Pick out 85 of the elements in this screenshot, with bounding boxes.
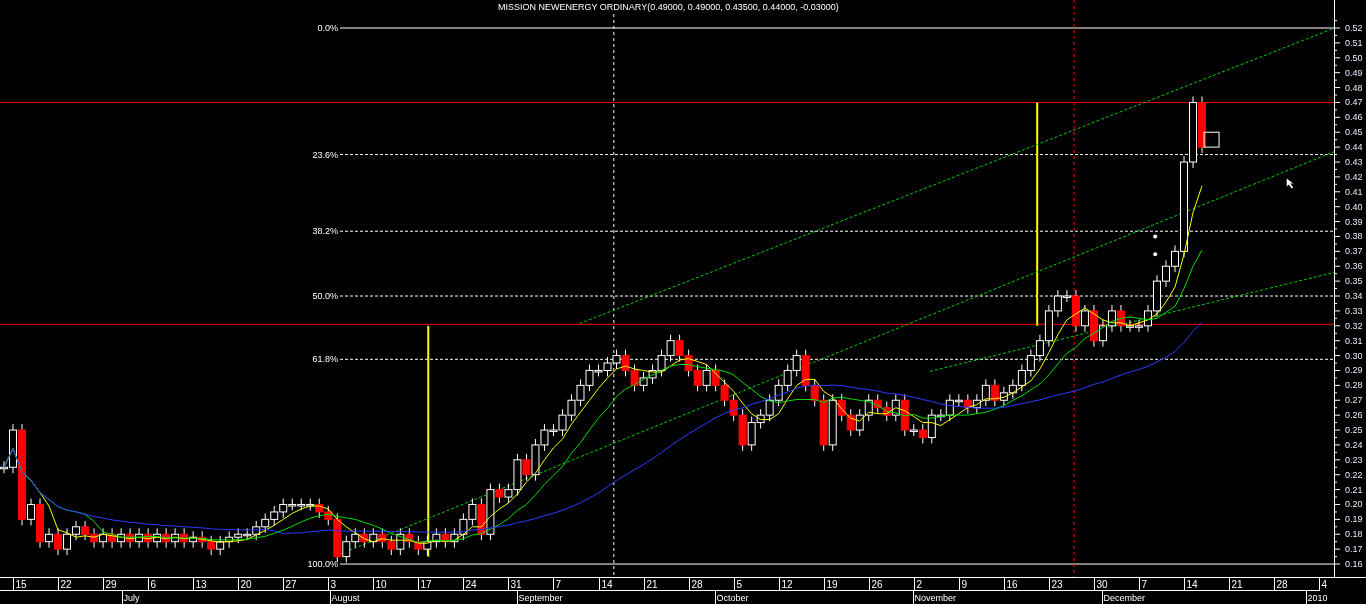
date-label: 6 bbox=[150, 579, 157, 590]
price-axis-label: 0.36 bbox=[1345, 261, 1363, 272]
price-axis-label: 0.39 bbox=[1345, 216, 1363, 227]
date-label: 26 bbox=[871, 579, 883, 590]
price-axis-label: 0.48 bbox=[1345, 82, 1363, 93]
price-axis-label: 0.47 bbox=[1345, 97, 1363, 108]
price-axis-label: 0.25 bbox=[1345, 425, 1363, 436]
price-axis-label: 0.26 bbox=[1345, 410, 1363, 421]
date-label: 22 bbox=[60, 579, 72, 590]
date-label: 30 bbox=[1096, 579, 1108, 590]
price-axis-label: 0.43 bbox=[1345, 157, 1363, 167]
date-label: 21 bbox=[1231, 579, 1243, 590]
fib-level-label: 50.0% bbox=[312, 291, 338, 301]
date-label: 5 bbox=[736, 579, 743, 590]
date-label: 27 bbox=[285, 579, 297, 590]
price-axis-label: 0.19 bbox=[1345, 514, 1363, 525]
price-axis-label: 0.29 bbox=[1345, 365, 1363, 376]
price-axis-label: 0.18 bbox=[1345, 529, 1363, 540]
date-label: 9 bbox=[961, 579, 968, 590]
marker-dot bbox=[1153, 252, 1158, 257]
price-axis-label: 0.38 bbox=[1345, 231, 1363, 242]
month-label: September bbox=[518, 593, 563, 603]
month-label: 2010 bbox=[1307, 593, 1328, 603]
price-axis-label: 0.35 bbox=[1345, 276, 1363, 287]
date-label: 29 bbox=[105, 579, 117, 590]
price-axis-label: 0.37 bbox=[1345, 246, 1363, 257]
price-axis-label: 0.30 bbox=[1345, 350, 1363, 361]
date-label: 4 bbox=[1321, 579, 1328, 590]
date-label: 28 bbox=[691, 579, 703, 590]
date-label: 21 bbox=[646, 579, 658, 590]
date-label: 13 bbox=[195, 579, 207, 590]
price-axis-label: 0.46 bbox=[1345, 112, 1363, 123]
price-axis-label: 0.28 bbox=[1345, 380, 1363, 391]
date-label: 15 bbox=[15, 579, 27, 590]
date-label: 12 bbox=[781, 579, 793, 590]
date-label: 28 bbox=[1276, 579, 1288, 590]
date-label: 14 bbox=[1186, 579, 1198, 590]
price-axis-label: 0.41 bbox=[1345, 186, 1363, 197]
fib-level-label: 23.6% bbox=[312, 149, 338, 160]
price-axis-label: 0.44 bbox=[1345, 142, 1363, 153]
fib-level-label: 61.8% bbox=[312, 354, 338, 365]
price-axis-label: 0.52 bbox=[1345, 23, 1363, 33]
date-label: 14 bbox=[601, 579, 613, 590]
month-label: November bbox=[914, 593, 956, 603]
date-label: 24 bbox=[465, 579, 477, 590]
date-label: 31 bbox=[510, 579, 522, 590]
price-axis-label: 0.40 bbox=[1345, 201, 1363, 212]
marker-dot bbox=[1153, 234, 1158, 239]
date-label: 7 bbox=[1141, 579, 1148, 590]
date-label: 7 bbox=[555, 579, 562, 590]
fib-level-label: 0.0% bbox=[317, 23, 338, 33]
price-axis-label: 0.16 bbox=[1345, 559, 1363, 570]
date-label: 17 bbox=[420, 579, 432, 590]
month-label: October bbox=[716, 593, 749, 603]
price-axis-label: 0.34 bbox=[1345, 291, 1363, 301]
price-axis-label: 0.49 bbox=[1345, 67, 1363, 78]
candlestick bbox=[1203, 131, 1220, 148]
fib-level-label: 38.2% bbox=[312, 226, 338, 237]
price-axis-label: 0.23 bbox=[1345, 454, 1363, 465]
cursor-icon bbox=[1286, 178, 1294, 189]
price-axis-label: 0.50 bbox=[1345, 52, 1363, 63]
price-axis-label: 0.22 bbox=[1345, 469, 1363, 480]
date-label: 10 bbox=[375, 579, 387, 590]
date-label: 3 bbox=[330, 579, 337, 590]
price-axis-label: 0.21 bbox=[1345, 484, 1363, 495]
chart-title: MISSION NEWENERGY ORDINARY(0.49000, 0.49000, 0.43500, 0.44000, -0.03000) bbox=[498, 2, 839, 12]
price-axis-label: 0.17 bbox=[1345, 544, 1363, 555]
price-axis-label: 0.32 bbox=[1345, 320, 1363, 331]
price-axis-label: 0.20 bbox=[1345, 499, 1363, 510]
price-axis-label: 0.24 bbox=[1345, 439, 1363, 450]
month-label: December bbox=[1103, 593, 1145, 603]
price-axis-label: 0.27 bbox=[1345, 395, 1363, 406]
date-label: 16 bbox=[1006, 579, 1018, 590]
price-axis-label: 0.42 bbox=[1345, 171, 1363, 182]
date-label: 23 bbox=[1051, 579, 1063, 590]
date-label: 19 bbox=[826, 579, 838, 590]
month-label: July bbox=[123, 593, 140, 603]
price-axis-label: 0.33 bbox=[1345, 305, 1363, 316]
fib-level-label: 100.0% bbox=[307, 559, 338, 570]
price-axis-label: 0.51 bbox=[1345, 37, 1363, 48]
date-label: 20 bbox=[240, 579, 252, 590]
price-axis-label: 0.31 bbox=[1345, 335, 1363, 346]
date-label: 2 bbox=[916, 579, 923, 590]
month-label: August bbox=[331, 593, 360, 603]
price-axis-label: 0.45 bbox=[1345, 127, 1363, 138]
